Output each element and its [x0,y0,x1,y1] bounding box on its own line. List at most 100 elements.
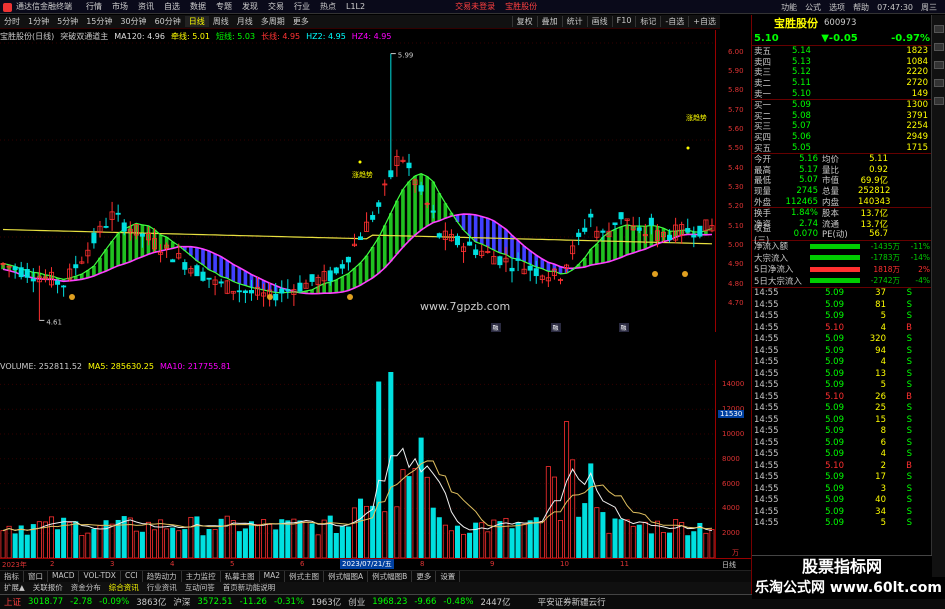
stats-button[interactable]: 统计 [561,16,587,27]
indicator-tab[interactable]: CCI [121,571,143,582]
indicator-tab[interactable]: 例式幅图B [368,571,413,582]
candle-body[interactable] [473,249,479,255]
candle-body[interactable] [588,213,594,218]
candle-body[interactable] [418,185,424,192]
trade-login-notice[interactable]: 交易未登录 [455,1,495,12]
volume-bar[interactable] [382,511,388,558]
volume-chart[interactable] [0,372,715,558]
candle-body[interactable] [218,281,224,284]
indicator-tab[interactable]: 例式主图 [285,571,325,582]
volume-bar[interactable] [145,521,151,558]
add-watch-button[interactable]: +自选 [688,16,720,27]
candle-body[interactable] [279,288,285,294]
volume-bar[interactable] [48,516,55,558]
menu-formula[interactable]: 公式 [805,2,821,13]
stock-name-notice[interactable]: 宝胜股份 [505,1,537,12]
volume-bar[interactable] [442,524,448,558]
candle-body[interactable] [527,265,533,271]
volume-bar[interactable] [606,532,612,558]
volume-bar[interactable] [297,520,303,558]
volume-bar[interactable] [24,534,30,558]
period-tab[interactable]: 1分钟 [24,16,53,27]
volume-bar[interactable] [321,519,327,558]
menu-item[interactable]: 行情 [86,1,102,12]
tick-list[interactable]: 14:55 5.09 37 S 14:55 5.09 81 S 14:55 5.09 5 S 14:55… [752,288,931,530]
volume-bar[interactable] [176,530,182,558]
period-tab[interactable]: 5分钟 [53,16,82,27]
volume-bar[interactable] [212,529,218,558]
candle-body[interactable] [467,241,473,246]
volume-bar[interactable] [660,532,667,558]
candle-body[interactable] [388,170,394,178]
candle-body[interactable] [370,215,376,220]
volume-bar[interactable] [667,532,673,558]
volume-bar[interactable] [285,520,291,558]
candle-body[interactable] [648,217,654,226]
indicator-tab[interactable]: 指标 [0,571,24,582]
volume-bar[interactable] [103,520,109,558]
volume-bar[interactable] [151,529,158,558]
volume-bar[interactable] [400,469,406,558]
candle-body[interactable] [345,256,351,263]
period-tab[interactable]: 60分钟 [151,16,185,27]
indicator-tab[interactable]: 私募主图 [221,571,260,582]
menu-item[interactable]: 资讯 [138,1,154,12]
volume-bar[interactable] [345,526,351,558]
period-tab[interactable]: 多周期 [257,16,289,27]
menu-function[interactable]: 功能 [781,2,797,13]
volume-bar[interactable] [170,527,176,558]
candle-body[interactable] [576,232,582,237]
volume-bar[interactable] [315,534,321,558]
volume-bar[interactable] [503,517,509,558]
volume-bar[interactable] [557,520,564,558]
period-tab[interactable]: 分时 [0,16,24,27]
menu-item[interactable]: L1L2 [346,2,365,11]
volume-bar[interactable] [461,533,467,558]
sidebar-chart-icon[interactable] [934,43,944,51]
volume-bar[interactable] [291,518,297,558]
extension-tab[interactable]: 综合资讯 [105,582,143,594]
volume-bar[interactable] [418,437,424,558]
indicator-name[interactable]: 突破双通道主 [60,31,108,42]
indicator-tab[interactable]: 更多 [412,571,437,582]
menu-item[interactable]: 行业 [294,1,310,12]
volume-bar[interactable] [182,529,188,558]
volume-bar[interactable] [521,523,527,558]
candle-body[interactable] [61,285,67,288]
date-axis-corner[interactable]: 日线 [722,560,736,570]
volume-bar[interactable] [412,468,418,558]
volume-bar[interactable] [200,535,206,558]
volume-bar[interactable] [67,522,73,558]
candle-body[interactable] [618,212,624,220]
volume-bar[interactable] [6,525,12,558]
extension-tab[interactable]: 互动问答 [181,582,219,594]
candle-body[interactable] [497,256,503,266]
indicator-tab[interactable]: MACD [48,571,80,582]
menu-item[interactable]: 专题 [216,1,232,12]
menu-item[interactable]: 热点 [320,1,336,12]
mark-button[interactable]: 标记 [635,16,660,27]
volume-bar[interactable] [564,421,570,558]
volume-bar[interactable] [0,530,6,558]
volume-bar[interactable] [654,520,660,558]
menu-item[interactable]: 自选 [164,1,180,12]
candle-body[interactable] [24,269,30,278]
volume-bar[interactable] [509,528,515,558]
candle-body[interactable] [170,259,176,263]
volume-bar[interactable] [533,517,539,558]
volume-bar[interactable] [406,476,412,558]
candle-body[interactable] [194,265,200,277]
indicator-tab[interactable]: VOL-TDX [79,571,121,582]
volume-bar[interactable] [333,533,339,558]
candlestick-chart[interactable]: 5.994.61涨趋势涨趋势www.7gpzb.com融融融 [0,42,715,332]
volume-bar[interactable] [600,512,606,558]
draw-button[interactable]: 画线 [586,16,612,27]
period-tab[interactable]: 周线 [209,16,233,27]
volume-bar[interactable] [388,372,394,558]
candle-body[interactable] [206,277,212,280]
extension-tab[interactable]: 资金分布 [67,582,105,594]
candle-body[interactable] [685,228,691,233]
volume-bar[interactable] [582,503,588,558]
volume-bar[interactable] [224,515,230,558]
menu-options[interactable]: 选项 [829,2,845,13]
